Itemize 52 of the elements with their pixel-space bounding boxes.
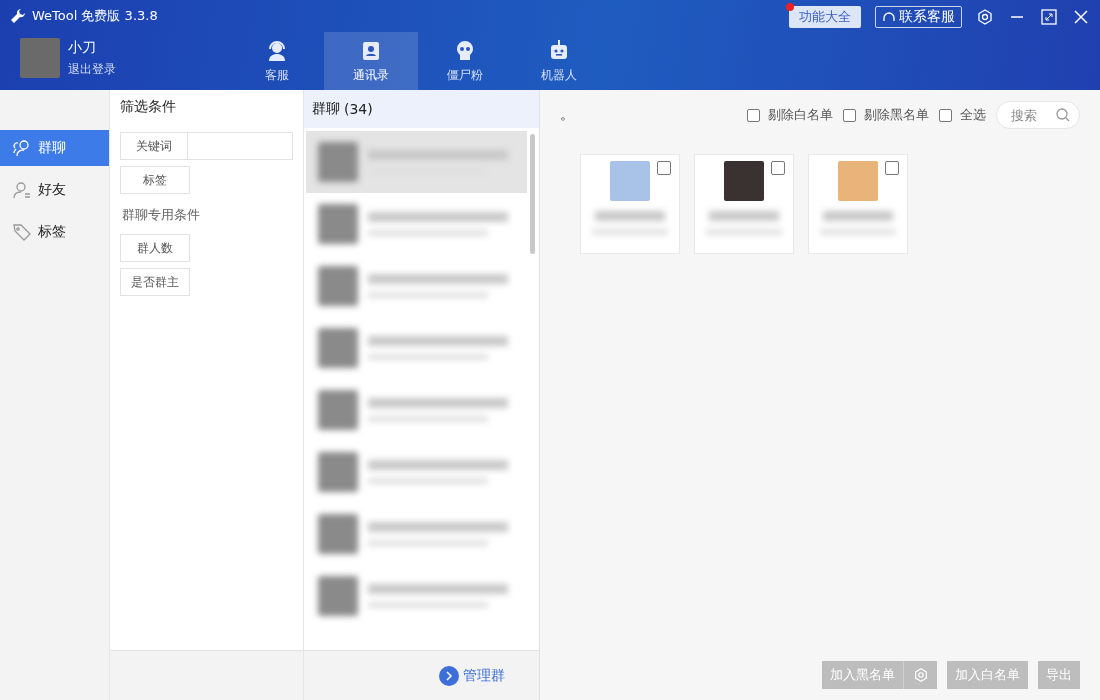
maximize-icon[interactable]: [1040, 8, 1058, 26]
close-icon[interactable]: [1072, 8, 1090, 26]
checkbox-label: 剔除白名单: [768, 106, 833, 124]
nav-tab[interactable]: 机器人: [512, 32, 606, 90]
search-input[interactable]: 搜索: [1009, 106, 1053, 124]
scrollbar[interactable]: [530, 134, 535, 254]
list-title: 群聊: [312, 100, 340, 118]
search-bar[interactable]: 搜索: [996, 101, 1080, 129]
checkbox-label: 剔除黑名单: [864, 106, 929, 124]
group-item[interactable]: [306, 131, 527, 193]
contact-card[interactable]: [694, 154, 794, 254]
tag-button[interactable]: 标签: [120, 166, 190, 194]
support-button[interactable]: 联系客服: [875, 6, 962, 28]
photo-placeholder: [724, 161, 764, 201]
photo-placeholder: [838, 161, 878, 201]
nav-tab[interactable]: 客服: [230, 32, 324, 90]
checkbox[interactable]: [885, 161, 899, 175]
logout-link[interactable]: 退出登录: [68, 60, 116, 78]
filter-button[interactable]: 群人数: [120, 234, 190, 262]
window-title: WeTool 免费版 3.3.8: [32, 7, 158, 25]
section-title: 群聊专用条件: [122, 206, 201, 224]
checkbox[interactable]: [657, 161, 671, 175]
sidebar-item[interactable]: 群聊: [0, 130, 109, 166]
status-text: 。: [560, 106, 574, 124]
settings-button[interactable]: [903, 661, 937, 689]
checkbox[interactable]: [747, 108, 760, 122]
settings-icon[interactable]: [976, 8, 994, 26]
manage-groups-link[interactable]: 管理群: [439, 665, 505, 686]
sidebar-item[interactable]: 好友: [0, 172, 109, 208]
checkbox[interactable]: [939, 108, 952, 122]
filter-title: 筛选条件: [120, 98, 177, 116]
tag-icon: [12, 222, 32, 242]
person-icon: [12, 180, 32, 200]
group-icon: [12, 138, 32, 158]
user-name: 小刀: [68, 38, 97, 57]
keyword-field[interactable]: [188, 132, 293, 160]
group-count: (34): [344, 101, 373, 117]
checkbox[interactable]: [843, 108, 856, 122]
photo-placeholder: [610, 161, 650, 201]
wrench-icon: [10, 8, 26, 24]
search-icon: [1055, 107, 1071, 123]
settings-icon: [912, 667, 929, 683]
avatar-placeholder: [20, 38, 60, 78]
nav-tab[interactable]: 僵尸粉: [418, 32, 512, 90]
filter-button[interactable]: 是否群主: [120, 268, 190, 296]
features-button[interactable]: 功能大全: [789, 6, 861, 28]
nav-tab[interactable]: 通讯录: [324, 32, 418, 90]
keyword-button[interactable]: 关键词: [120, 132, 188, 160]
checkbox[interactable]: [771, 161, 785, 175]
chevron-circle-icon: [439, 665, 459, 686]
sidebar-item[interactable]: 标签: [0, 214, 109, 250]
checkbox-label: 全选: [960, 106, 986, 124]
